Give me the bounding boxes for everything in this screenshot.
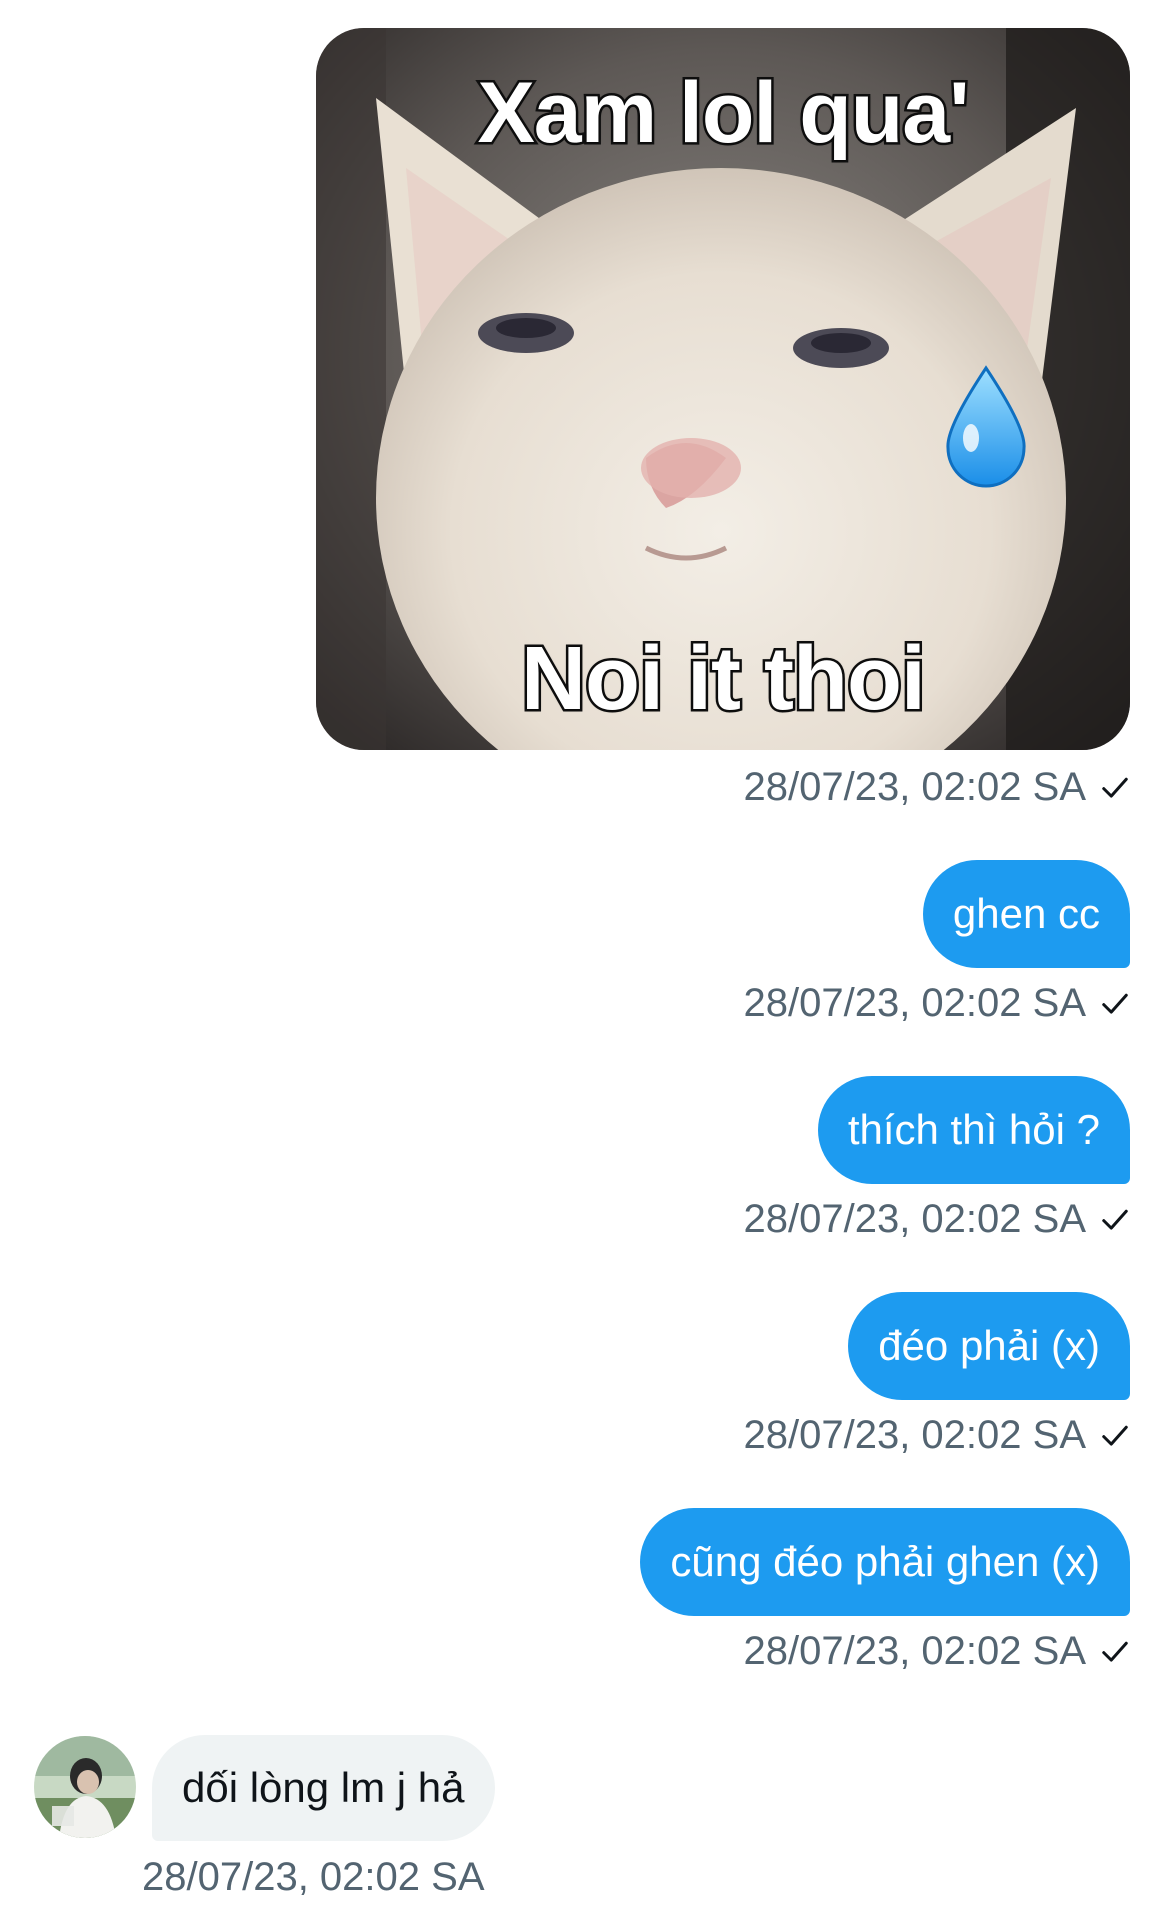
chat-thread: Xam lol qua' Noi it thoi 28/07/23, 02:02… bbox=[0, 0, 1170, 1920]
outgoing-message-bubble[interactable]: thích thì hỏi ? bbox=[817, 1076, 1130, 1184]
message-timestamp: 28/07/23, 02:02 SA bbox=[744, 1627, 1131, 1675]
message-timestamp: 28/07/23, 02:02 SA bbox=[744, 763, 1131, 811]
message-timestamp: 28/07/23, 02:02 SA bbox=[744, 1195, 1131, 1243]
message-text: ghen cc bbox=[952, 890, 1100, 937]
check-icon bbox=[1102, 993, 1128, 1014]
incoming-message-bubble[interactable]: dối lòng lm j hả bbox=[152, 1735, 495, 1841]
check-icon bbox=[1102, 1209, 1128, 1230]
meme-top-caption: Xam lol qua' bbox=[475, 63, 972, 164]
meme-image-message[interactable]: Xam lol qua' Noi it thoi bbox=[316, 28, 1130, 750]
outgoing-message-bubble[interactable]: ghen cc bbox=[922, 860, 1130, 968]
outgoing-message-bubble[interactable]: cũng đéo phải ghen (x) bbox=[640, 1508, 1130, 1616]
message-timestamp: 28/07/23, 02:02 SA bbox=[744, 979, 1131, 1027]
avatar-photo-icon bbox=[34, 1736, 136, 1838]
message-timestamp: 28/07/23, 02:02 SA bbox=[744, 1411, 1131, 1459]
check-icon bbox=[1102, 1425, 1128, 1446]
meme-bottom-caption: Noi it thoi bbox=[519, 627, 929, 732]
message-timestamp: 28/07/23, 02:02 SA bbox=[142, 1855, 485, 1899]
user-avatar[interactable] bbox=[34, 1736, 136, 1838]
message-text: đéo phải (x) bbox=[878, 1322, 1100, 1369]
message-text: cũng đéo phải ghen (x) bbox=[670, 1538, 1100, 1585]
message-text: dối lòng lm j hả bbox=[182, 1764, 465, 1811]
outgoing-message-bubble[interactable]: đéo phải (x) bbox=[848, 1292, 1130, 1400]
check-icon bbox=[1102, 777, 1128, 798]
check-icon bbox=[1102, 1641, 1128, 1662]
message-text: thích thì hỏi ? bbox=[847, 1106, 1100, 1153]
